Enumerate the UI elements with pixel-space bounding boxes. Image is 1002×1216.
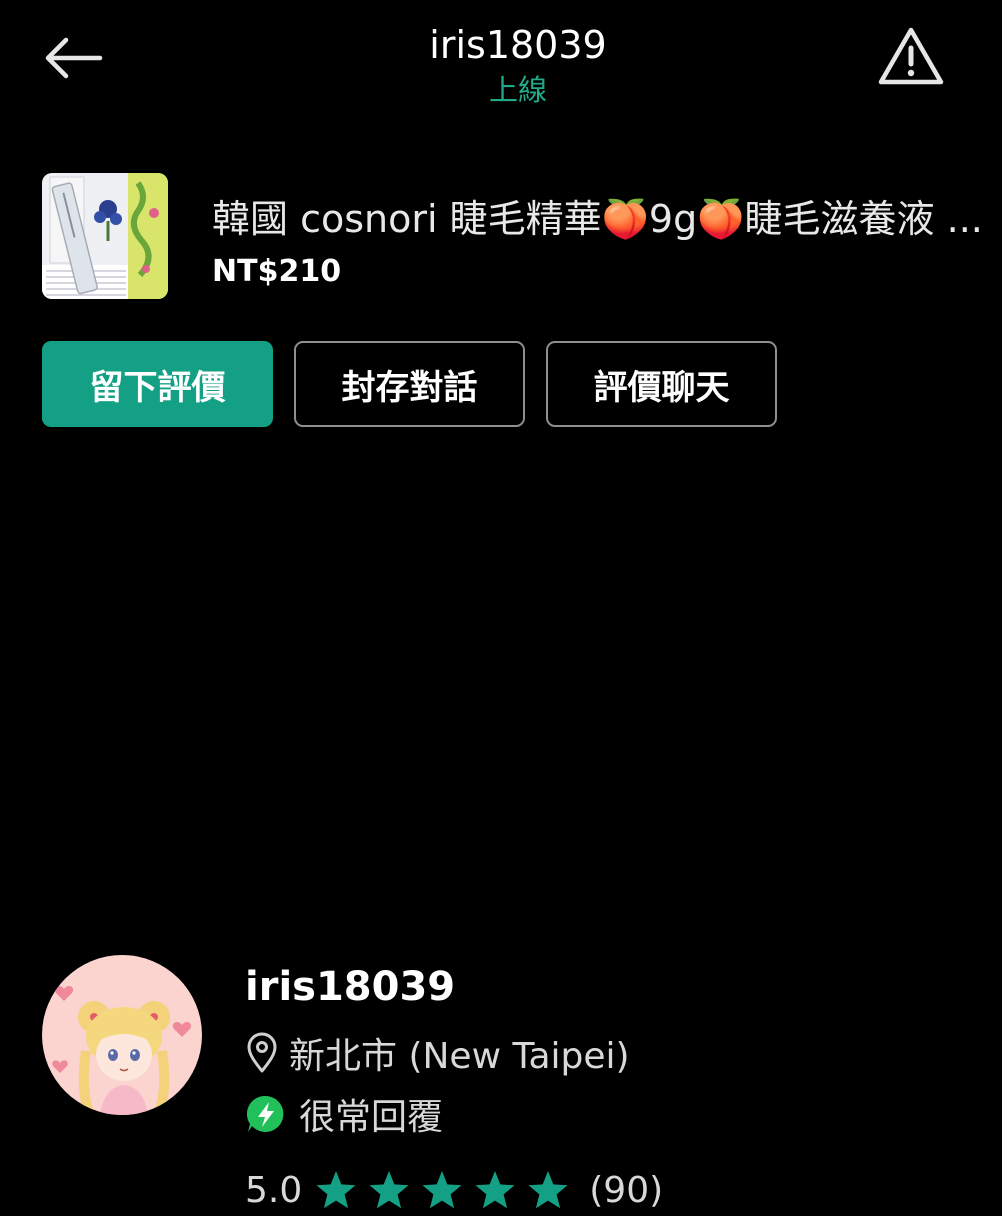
location-pin-icon	[247, 1032, 277, 1073]
star-icon	[316, 1171, 356, 1209]
seller-location-text: 新北市 (New Taipei)	[289, 1036, 630, 1077]
seller-rating[interactable]: 5.0 (90)	[245, 1164, 663, 1216]
product-photo	[42, 173, 168, 299]
chat-partner-name: iris18039	[429, 23, 607, 67]
product-thumbnail[interactable]	[42, 173, 168, 299]
star-icon	[528, 1171, 568, 1209]
rate-chat-button[interactable]: 評價聊天	[546, 341, 777, 427]
seller-response-rate: 很常回覆	[245, 1088, 443, 1140]
leave-review-button[interactable]: 留下評價	[42, 341, 273, 427]
star-icon	[422, 1171, 462, 1209]
product-price: NT$210	[212, 254, 342, 289]
seller-avatar-image	[42, 955, 202, 1115]
seller-avatar[interactable]	[42, 955, 202, 1115]
seller-response-text: 很常回覆	[299, 1097, 444, 1138]
rating-stars	[314, 1169, 579, 1211]
star-icon	[475, 1171, 515, 1209]
star-icon	[369, 1171, 409, 1209]
review-count: (90)	[589, 1169, 664, 1211]
online-status: 上線	[488, 73, 547, 107]
seller-name[interactable]: iris18039	[245, 962, 455, 1012]
rating-score: 5.0	[245, 1169, 303, 1211]
report-button[interactable]	[876, 24, 946, 90]
seller-location: 新北市 (New Taipei)	[245, 1027, 630, 1079]
archive-conversation-button[interactable]: 封存對話	[294, 341, 525, 427]
product-title[interactable]: 韓國 cosnori 睫毛精華🍑9g🍑睫毛滋養液 ...	[212, 194, 1002, 244]
lightning-bolt-icon	[246, 1095, 284, 1132]
warning-triangle-icon	[878, 27, 944, 85]
